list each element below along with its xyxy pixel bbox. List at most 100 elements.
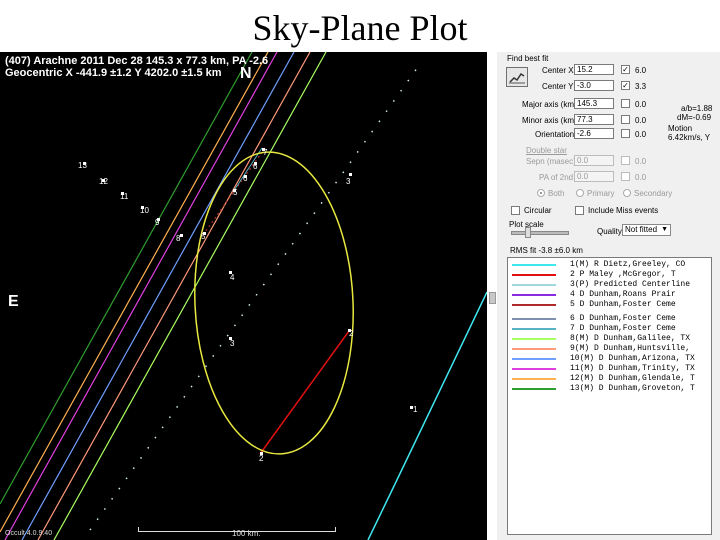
legend-row[interactable]: 7 D Dunham,Foster Ceme — [510, 324, 710, 334]
chord-label: 5 — [201, 232, 206, 241]
splitter-handle[interactable] — [489, 292, 496, 304]
center-x-sigma: 6.0 — [635, 66, 647, 75]
chord-label: 5 — [233, 188, 238, 197]
minor-axis-checkbox[interactable] — [621, 115, 630, 124]
version-label: Occult 4.0.9.40 — [5, 530, 53, 537]
legend-swatch — [512, 378, 556, 380]
motion-label: Motion — [668, 124, 693, 133]
major-axis-sigma: 0.0 — [635, 100, 647, 109]
legend-row[interactable]: 13(M) D Dunham,Groveton, T — [510, 384, 710, 394]
chord-label: 2 — [349, 329, 354, 338]
legend-text: 8(M) D Dunham,Galilee, TX — [570, 334, 691, 343]
legend-row[interactable]: 6 D Dunham,Foster Ceme — [510, 314, 710, 324]
center-x-checkbox[interactable]: ✓ — [621, 65, 630, 74]
chord-13 — [0, 52, 253, 505]
center-x-label: Center X — [542, 66, 574, 75]
minor-axis-label: Minor axis (km) — [522, 116, 577, 125]
chord-label: 6 — [253, 162, 258, 171]
chord-label: 10 — [140, 206, 149, 215]
radio-primary-label: Primary — [587, 189, 615, 198]
predicted-centerline — [89, 63, 421, 531]
legend-swatch — [512, 274, 556, 276]
legend-text: 1(M) R Dietz,Greeley, CO — [570, 260, 686, 269]
legend-row[interactable]: 5 D Dunham,Foster Ceme — [510, 300, 710, 310]
find-best-fit-label: Find best fit — [507, 54, 549, 63]
legend-row[interactable]: 8(M) D Dunham,Galilee, TX — [510, 334, 710, 344]
legend-row[interactable]: 1(M) R Dietz,Greeley, CO — [510, 260, 710, 270]
legend-text: 4 D Dunham,Roans Prair — [570, 290, 676, 299]
orientation-sigma: 0.0 — [635, 130, 647, 139]
chord-2 — [259, 330, 350, 455]
east-label: E — [8, 293, 19, 310]
chord-label: 3 — [230, 339, 235, 348]
chord-12 — [0, 52, 269, 533]
sky-plane-plot[interactable]: 13 12 11 10 9 8 5 7 6 6 5 3 4 3 2 2 1 (4… — [0, 52, 487, 540]
slide-title: Sky-Plane Plot — [252, 8, 468, 48]
chord-1 — [394, 291, 487, 485]
scale-label: 100 km. — [232, 529, 261, 538]
radio-primary[interactable] — [576, 189, 584, 197]
center-x-input[interactable]: 15.2 — [574, 64, 614, 75]
legend-row[interactable]: 10(M) D Dunham,Arizona, TX — [510, 354, 710, 364]
center-y-checkbox[interactable]: ✓ — [621, 81, 630, 90]
plot-canvas: 13 12 11 10 9 8 5 7 6 6 5 3 4 3 2 2 1 — [0, 52, 487, 540]
chord-label: 12 — [99, 177, 108, 186]
legend-swatch — [512, 338, 556, 340]
dm-text: dM=-0.69 — [677, 113, 712, 122]
chord-label: 7 — [263, 148, 268, 157]
pa-2nd-input[interactable]: 0.0 — [574, 171, 614, 182]
orientation-checkbox[interactable] — [621, 129, 630, 138]
quality-select-value: Not fitted — [625, 225, 658, 234]
minor-axis-sigma: 0.0 — [635, 116, 647, 125]
plot-scale-slider[interactable] — [511, 231, 569, 235]
chord-label: 4 — [230, 273, 235, 282]
legend-row[interactable]: 3(P) Predicted Centerline — [510, 280, 710, 290]
legend-text: 5 D Dunham,Foster Ceme — [570, 300, 676, 309]
chord-9 — [37, 52, 311, 540]
chord-label: 1 — [413, 405, 418, 414]
legend-swatch — [512, 318, 556, 320]
rms-fit-text: RMS fit -3.8 ±6.0 km — [510, 246, 583, 255]
plot-header-geocentric: Geocentric X -441.9 ±1.2 Y 4202.0 ±1.5 k… — [5, 67, 222, 79]
plot-scale-slider-thumb[interactable] — [525, 227, 531, 238]
fit-chart-icon — [509, 72, 525, 84]
legend-text: 13(M) D Dunham,Groveton, T — [570, 384, 695, 393]
legend-row[interactable]: 11(M) D Dunham,Trinity, TX — [510, 364, 710, 374]
chord-label: 13 — [78, 161, 87, 170]
fit-control-panel: Find best fit Center X 15.2 ✓ 6.0 Center… — [497, 52, 720, 540]
orientation-input[interactable]: -2.6 — [574, 128, 614, 139]
sepn-checkbox[interactable] — [621, 156, 630, 165]
legend-text: 11(M) D Dunham,Trinity, TX — [570, 364, 695, 373]
center-y-input[interactable]: -3.0 — [574, 80, 614, 91]
radio-secondary[interactable] — [623, 189, 631, 197]
legend-row[interactable]: 4 D Dunham,Roans Prair — [510, 290, 710, 300]
include-miss-checkbox[interactable] — [575, 206, 584, 215]
sepn-label: Sepn (masec) — [526, 157, 576, 166]
legend-swatch — [512, 284, 556, 286]
chord-label: 9 — [155, 218, 160, 227]
sepn-input[interactable]: 0.0 — [574, 155, 614, 166]
chord-11 — [4, 52, 278, 540]
legend-text: 9(M) D Dunham,Huntsville, — [570, 344, 691, 353]
find-best-fit-button[interactable] — [506, 67, 528, 87]
double-star-label: Double star — [526, 146, 567, 155]
major-axis-checkbox[interactable] — [621, 99, 630, 108]
legend-row[interactable]: 2 P Maley ,McGregor, T — [510, 270, 710, 280]
plot-header-asteroid: (407) Arachne 2011 Dec 28 145.3 x 77.3 k… — [5, 55, 269, 67]
legend-text: 12(M) D Dunham,Glendale, T — [570, 374, 695, 383]
legend-swatch — [512, 388, 556, 390]
chevron-down-icon: ▼ — [661, 226, 668, 233]
radio-both[interactable] — [537, 189, 545, 197]
legend-swatch — [512, 264, 556, 266]
legend-row[interactable]: 9(M) D Dunham,Huntsville, — [510, 344, 710, 354]
circular-checkbox[interactable] — [511, 206, 520, 215]
minor-axis-input[interactable]: 77.3 — [574, 114, 614, 125]
legend-swatch — [512, 358, 556, 360]
legend-row[interactable]: 12(M) D Dunham,Glendale, T — [510, 374, 710, 384]
quality-select[interactable]: Not fitted ▼ — [622, 224, 671, 236]
major-axis-input[interactable]: 145.3 — [574, 98, 614, 109]
pa-2nd-checkbox[interactable] — [621, 172, 630, 181]
observer-legend[interactable]: 1(M) R Dietz,Greeley, CO 2 P Maley ,McGre… — [507, 257, 712, 535]
north-label: N — [240, 65, 252, 82]
chord-label: 11 — [120, 192, 129, 201]
